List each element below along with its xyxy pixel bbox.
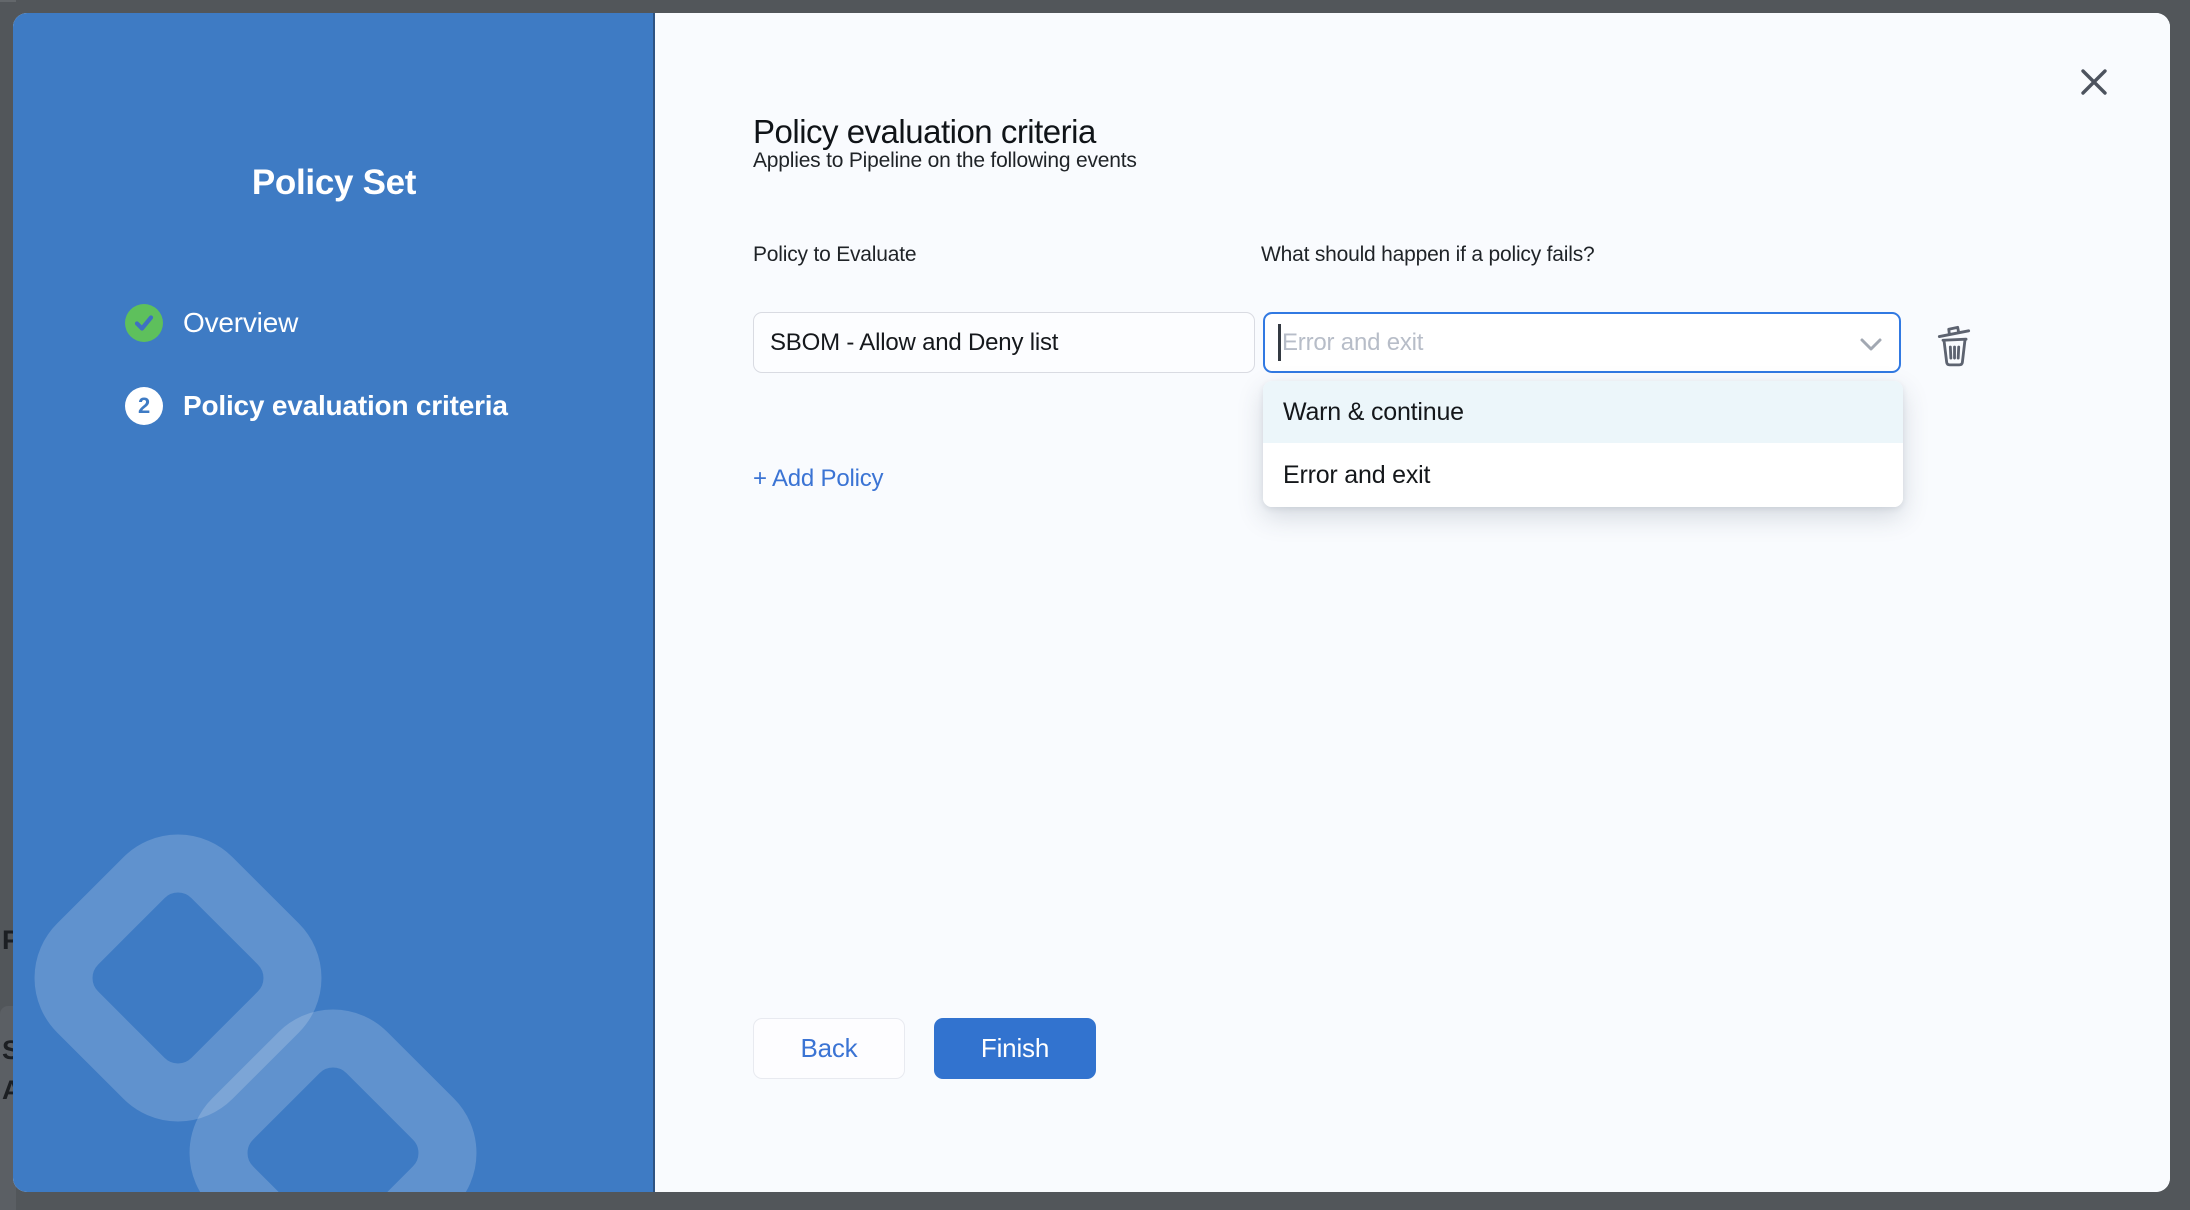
background-divider-fragment <box>0 0 16 2</box>
policy-evaluation-panel: Policy evaluation criteria Applies to Pi… <box>655 13 2170 1192</box>
step-number: 2 <box>138 393 150 419</box>
fail-action-input[interactable] <box>1265 314 1856 371</box>
add-policy-link[interactable]: + Add Policy <box>753 465 883 493</box>
policy-fail-action-label: What should happen if a policy fails? <box>1261 243 1594 267</box>
step-complete-badge <box>125 304 163 342</box>
page-title: Policy evaluation criteria <box>753 113 1096 151</box>
step-label: Policy evaluation criteria <box>183 390 508 422</box>
close-button[interactable] <box>2075 63 2113 101</box>
check-icon <box>133 312 155 334</box>
trash-icon <box>1935 324 1973 368</box>
step-label: Overview <box>183 307 298 339</box>
fail-action-combobox[interactable] <box>1263 312 1901 373</box>
wizard-step-policy-evaluation-criteria[interactable]: 2 Policy evaluation criteria <box>125 387 508 425</box>
dropdown-option-error-exit[interactable]: Error and exit <box>1263 443 1903 507</box>
policy-set-modal: Policy Set Overview 2 Policy evaluation … <box>13 13 2170 1192</box>
policy-to-evaluate-label: Policy to Evaluate <box>753 243 916 267</box>
page-subtitle: Applies to Pipeline on the following eve… <box>753 149 1137 173</box>
text-cursor <box>1278 324 1281 361</box>
fail-action-dropdown-menu: Warn & continue Error and exit <box>1263 381 1903 507</box>
wizard-step-overview[interactable]: Overview <box>125 304 298 342</box>
policy-to-evaluate-input[interactable] <box>753 312 1255 373</box>
step-number-badge: 2 <box>125 387 163 425</box>
chevron-down-icon[interactable] <box>1859 337 1883 352</box>
dropdown-option-warn-continue[interactable]: Warn & continue <box>1263 381 1903 443</box>
brand-watermark-logo <box>13 743 628 1192</box>
finish-button[interactable]: Finish <box>934 1018 1096 1079</box>
wizard-title: Policy Set <box>13 163 655 203</box>
delete-policy-row-button[interactable] <box>1932 323 1976 371</box>
close-icon <box>2079 67 2109 97</box>
back-button[interactable]: Back <box>753 1018 905 1079</box>
wizard-sidebar: Policy Set Overview 2 Policy evaluation … <box>13 13 655 1192</box>
